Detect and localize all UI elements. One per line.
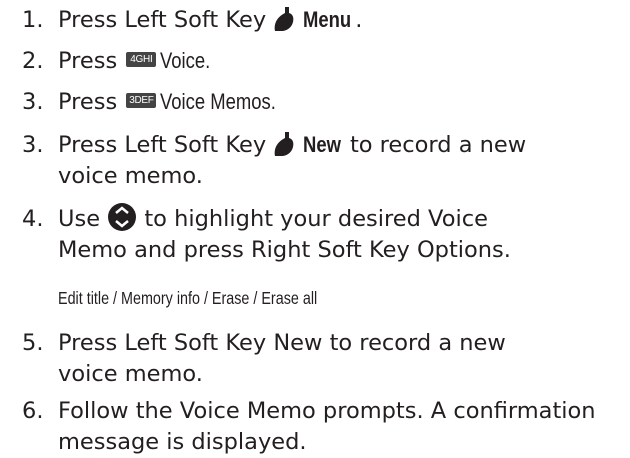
- step-5: 5. Press Left Soft Key New to record a ne…: [22, 328, 622, 390]
- step-number: 5.: [22, 330, 44, 356]
- step-punct: .: [355, 7, 363, 33]
- step-text-continued: to highlight your desired Voice: [144, 206, 488, 232]
- step-number: 3.: [22, 132, 44, 158]
- step-text: Press: [58, 48, 118, 74]
- step-4: 4. Use to highlight your desired Voice Me…: [22, 202, 622, 266]
- left-soft-key-icon: [275, 6, 294, 31]
- step-number: 2.: [22, 48, 44, 74]
- step-text-continued: to record a new: [349, 132, 527, 158]
- step-text-line2: Memo and press Right Soft Key Options.: [58, 237, 511, 263]
- key-4-icon: 4GHI: [126, 52, 157, 67]
- step-number: 4.: [22, 206, 44, 232]
- key-3-icon: 3DEF: [126, 93, 157, 108]
- step-3: 3. Press 3DEF Voice Memos.: [22, 86, 622, 118]
- left-soft-key-icon: [275, 131, 294, 156]
- step-1: 1. Press Left Soft Key Menu.: [22, 4, 622, 36]
- step-number: 1.: [22, 7, 44, 33]
- voice-label: Voice.: [160, 48, 211, 73]
- step-text-line2: message is displayed.: [58, 429, 307, 455]
- step-text: Use: [58, 206, 101, 232]
- step-text: Press: [58, 89, 118, 115]
- step-number: 6.: [22, 398, 44, 424]
- step-text: Press Left Soft Key: [58, 132, 267, 158]
- step-text: Press Left Soft Key New to record a new: [58, 330, 506, 356]
- navigation-key-icon: [108, 202, 137, 231]
- step-number: 3.: [22, 89, 44, 115]
- step-6: 6. Follow the Voice Memo prompts. A confi…: [22, 396, 622, 458]
- step-text: Press Left Soft Key: [58, 7, 267, 33]
- step-text-line2: voice memo.: [58, 163, 203, 189]
- step-text-line2: voice memo.: [58, 361, 203, 387]
- options-note: Edit title / Memory info / Erase / Erase…: [58, 288, 318, 308]
- step-3b: 3. Press Left Soft Key New to record a ne…: [22, 129, 622, 192]
- step-text: Follow the Voice Memo prompts. A confirm…: [58, 398, 596, 424]
- menu-label: Menu: [302, 7, 351, 32]
- step-2: 2. Press 4GHI Voice.: [22, 45, 622, 77]
- voice-memos-label: Voice Memos.: [160, 89, 277, 114]
- new-label: New: [302, 132, 341, 157]
